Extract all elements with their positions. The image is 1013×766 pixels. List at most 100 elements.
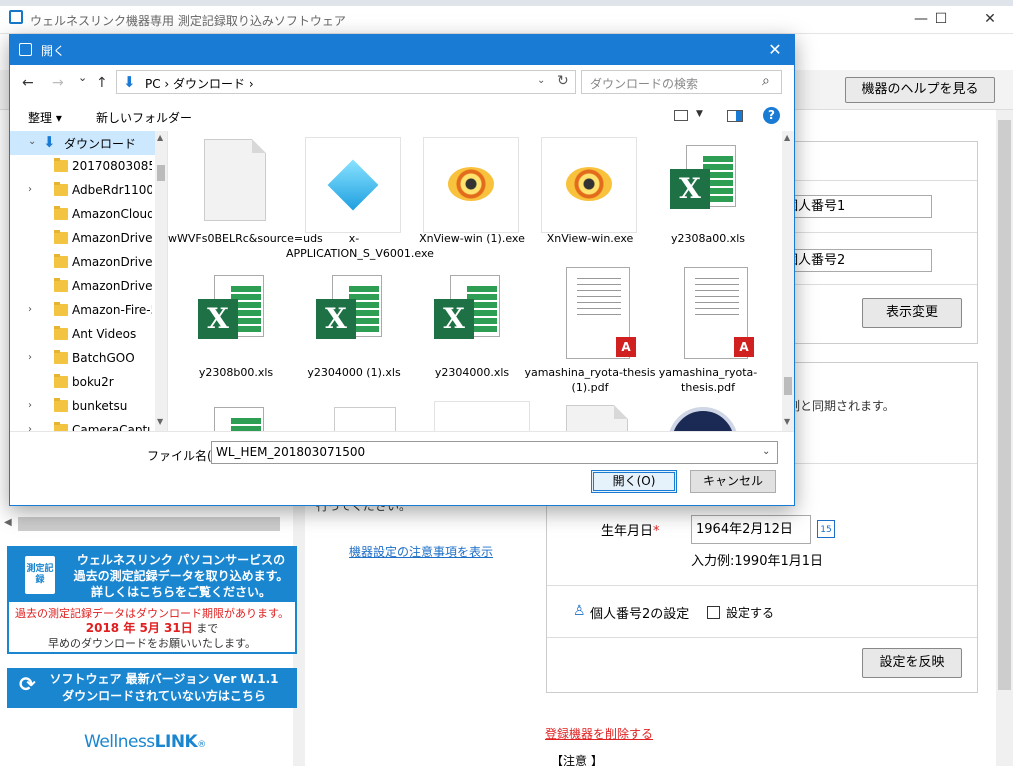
file-name: yamashina_ryota-thesis (1).pdf <box>524 366 656 394</box>
view-options-icon[interactable] <box>674 110 688 121</box>
right-vertical-scrollbar[interactable] <box>996 110 1013 766</box>
file-item[interactable]: XnView-win.exe <box>522 131 638 261</box>
file-name: yamashina_ryota-thesis.pdf <box>658 366 758 394</box>
back-arrow-icon[interactable]: ← <box>22 75 34 91</box>
chevron-right-icon: › <box>28 424 32 431</box>
address-bar[interactable]: ⬇ PC › ダウンロード › ⌄ ↻ <box>116 70 576 94</box>
notice-heading: 【注意 】 <box>551 754 603 766</box>
file-list-scrollbar[interactable]: ▲ ▼ <box>782 131 794 431</box>
calendar-icon[interactable]: 15 <box>817 520 835 538</box>
file-item[interactable]: X y2308a00.xls <box>640 131 756 261</box>
nav-item-downloads[interactable]: ⌄ ⬇ ダウンロード <box>10 131 155 155</box>
apply-settings-button[interactable]: 設定を反映 <box>862 648 962 678</box>
maximize-button[interactable]: ☐ <box>918 6 964 34</box>
file-item[interactable]: XnView-win (1).exe <box>404 131 525 261</box>
device-help-button[interactable]: 機器のヘルプを見る <box>845 77 995 103</box>
search-input[interactable]: ダウンロードの検索 ⌕ <box>581 70 782 94</box>
blank-file-icon[interactable] <box>566 405 628 431</box>
chevron-right-icon: › <box>28 400 32 411</box>
sync-description: 刻と同期されます。 <box>788 399 895 413</box>
nav-folder-item[interactable]: ›AdbeRdr11000_ <box>10 179 155 203</box>
file-item[interactable]: wWVFs0BELRc&source=uds <box>168 131 323 261</box>
cancel-button[interactable]: キャンセル <box>690 470 776 493</box>
folder-icon <box>54 326 68 340</box>
nav-folder-item[interactable]: AmazonCloudD <box>10 203 155 227</box>
scroll-left-icon[interactable]: ◀ <box>4 517 12 528</box>
file-item[interactable]: A yamashina_ryota-thesis.pdf <box>640 265 757 395</box>
close-window-button[interactable]: ✕ <box>967 6 1013 34</box>
nav-folder-item[interactable]: AmazonDriveD <box>10 275 155 299</box>
text-file-icon[interactable] <box>334 407 396 431</box>
breadcrumb[interactable]: PC › ダウンロード › <box>145 75 254 92</box>
xnview-icon <box>566 167 612 201</box>
preview-pane-icon[interactable] <box>727 110 743 122</box>
birthdate-label: 生年月日* <box>601 524 660 539</box>
file-item[interactable]: x-APPLICATION_S_V6001.exe <box>286 131 434 261</box>
device-settings-notes-link[interactable]: 機器設定の注意事項を表示 <box>349 543 493 560</box>
scroll-down-icon: ▼ <box>157 417 164 426</box>
up-arrow-icon[interactable]: ↑ <box>96 75 108 91</box>
file-name: x-APPLICATION_S_V6001.exe <box>286 232 434 260</box>
history-import-banner[interactable]: 測定記録 ウェルネスリンク パソコンサービスの 過去の測定記録データを取り込めま… <box>7 546 297 654</box>
software-update-banner[interactable]: ⟳ ソフトウェア 最新バージョン Ver W.1.1 ダウンロードされていない方… <box>7 668 297 708</box>
personal-number-2-field[interactable]: 個人番号2 <box>780 249 932 272</box>
delete-device-link[interactable]: 登録機器を削除する <box>545 725 653 742</box>
recent-locations-icon[interactable]: ⌄ <box>78 71 87 84</box>
chevron-down-icon[interactable]: ⌄ <box>537 75 545 86</box>
nav-folder-item[interactable]: › BatchGOO <box>10 347 155 371</box>
nav-folder-item[interactable]: › bunketsu <box>10 395 155 419</box>
app-title: ウェルネスリンク機器専用 測定記録取り込みソフトウェア <box>30 14 346 28</box>
nav-folder-item[interactable]: AmazonDriveD <box>10 227 155 251</box>
chevron-down-icon[interactable]: ▼ <box>696 109 703 119</box>
display-change-button[interactable]: 表示変更 <box>862 298 962 328</box>
file-item[interactable]: X y2304000 (1).xls <box>286 265 402 395</box>
banner-deadline-suffix: まで <box>196 622 219 635</box>
filename-input[interactable]: WL_HEM_201803071500 <box>211 441 778 464</box>
nav-folder-item[interactable]: ›CameraCapture <box>10 419 155 431</box>
file-item[interactable]: A yamashina_ryota-thesis (1).pdf <box>522 265 656 395</box>
file-name: y2308b00.xls <box>198 366 274 379</box>
download-icon: ⬇ <box>123 73 136 91</box>
banner-line3: 詳しくはこちらをご覧ください。 <box>90 585 271 599</box>
personal-number-2-checkbox-label[interactable]: 設定する <box>726 604 774 621</box>
folder-icon <box>54 254 68 268</box>
refresh-icon[interactable]: ↻ <box>557 73 569 89</box>
required-mark: * <box>653 524 660 539</box>
help-icon[interactable]: ? <box>763 107 780 124</box>
folder-icon <box>54 398 68 412</box>
personal-number-1-field[interactable]: 個人番号1 <box>780 195 932 218</box>
new-folder-button[interactable]: 新しいフォルダー <box>96 109 192 126</box>
banner-line2: 過去の測定記録データを取り込めます。 <box>73 569 289 583</box>
nav-folder-item[interactable]: › Amazon-Fire-5 <box>10 299 155 323</box>
media-file-icon[interactable] <box>668 407 738 431</box>
nav-folder-item[interactable]: Ant Videos <box>10 323 155 347</box>
banner-note2: 早めのダウンロードをお願いいたします。 <box>48 637 256 650</box>
open-button[interactable]: 開く(O) <box>591 470 677 493</box>
file-item[interactable]: X y2308b00.xls <box>168 265 284 395</box>
excel-badge-icon: X <box>670 169 710 209</box>
chevron-down-icon[interactable]: ⌄ <box>28 136 36 147</box>
excel-icon[interactable] <box>214 407 264 431</box>
nav-folder-item[interactable]: 201708030859​7 <box>10 155 155 179</box>
file-list-pane: wWVFs0BELRc&source=uds x-APPLICATION_S_V… <box>168 131 794 431</box>
left-horizontal-scrollbar[interactable] <box>18 517 280 531</box>
birthdate-field[interactable]: 1964年2月12日 <box>691 515 811 544</box>
command-bar: 整理 ▾ 新しいフォルダー ▼ ? <box>10 101 794 131</box>
excel-badge-icon: X <box>198 299 238 339</box>
nav-folder-item[interactable]: AmazonDriveD <box>10 251 155 275</box>
navigation-scrollbar[interactable]: ▲ ▼ <box>155 131 167 431</box>
file-item[interactable]: X y2304000.xls <box>404 265 520 395</box>
chevron-down-icon[interactable]: ⌄ <box>762 446 770 457</box>
file-thumbnail[interactable] <box>434 401 530 431</box>
banner-deadline: 2018 年 5月 31日 <box>85 621 193 635</box>
scroll-up-icon: ▲ <box>157 133 164 142</box>
dialog-titlebar: 開く ✕ <box>10 35 794 65</box>
search-icon[interactable]: ⌕ <box>762 73 770 89</box>
dialog-close-button[interactable]: ✕ <box>760 38 790 62</box>
folder-icon <box>54 158 68 172</box>
organize-menu[interactable]: 整理 ▾ <box>28 109 62 126</box>
nav-folder-item[interactable]: boku2r <box>10 371 155 395</box>
personal-number-2-checkbox[interactable] <box>707 606 720 619</box>
file-name: y2308a00.xls <box>670 232 746 245</box>
forward-arrow-icon[interactable]: → <box>52 75 64 91</box>
